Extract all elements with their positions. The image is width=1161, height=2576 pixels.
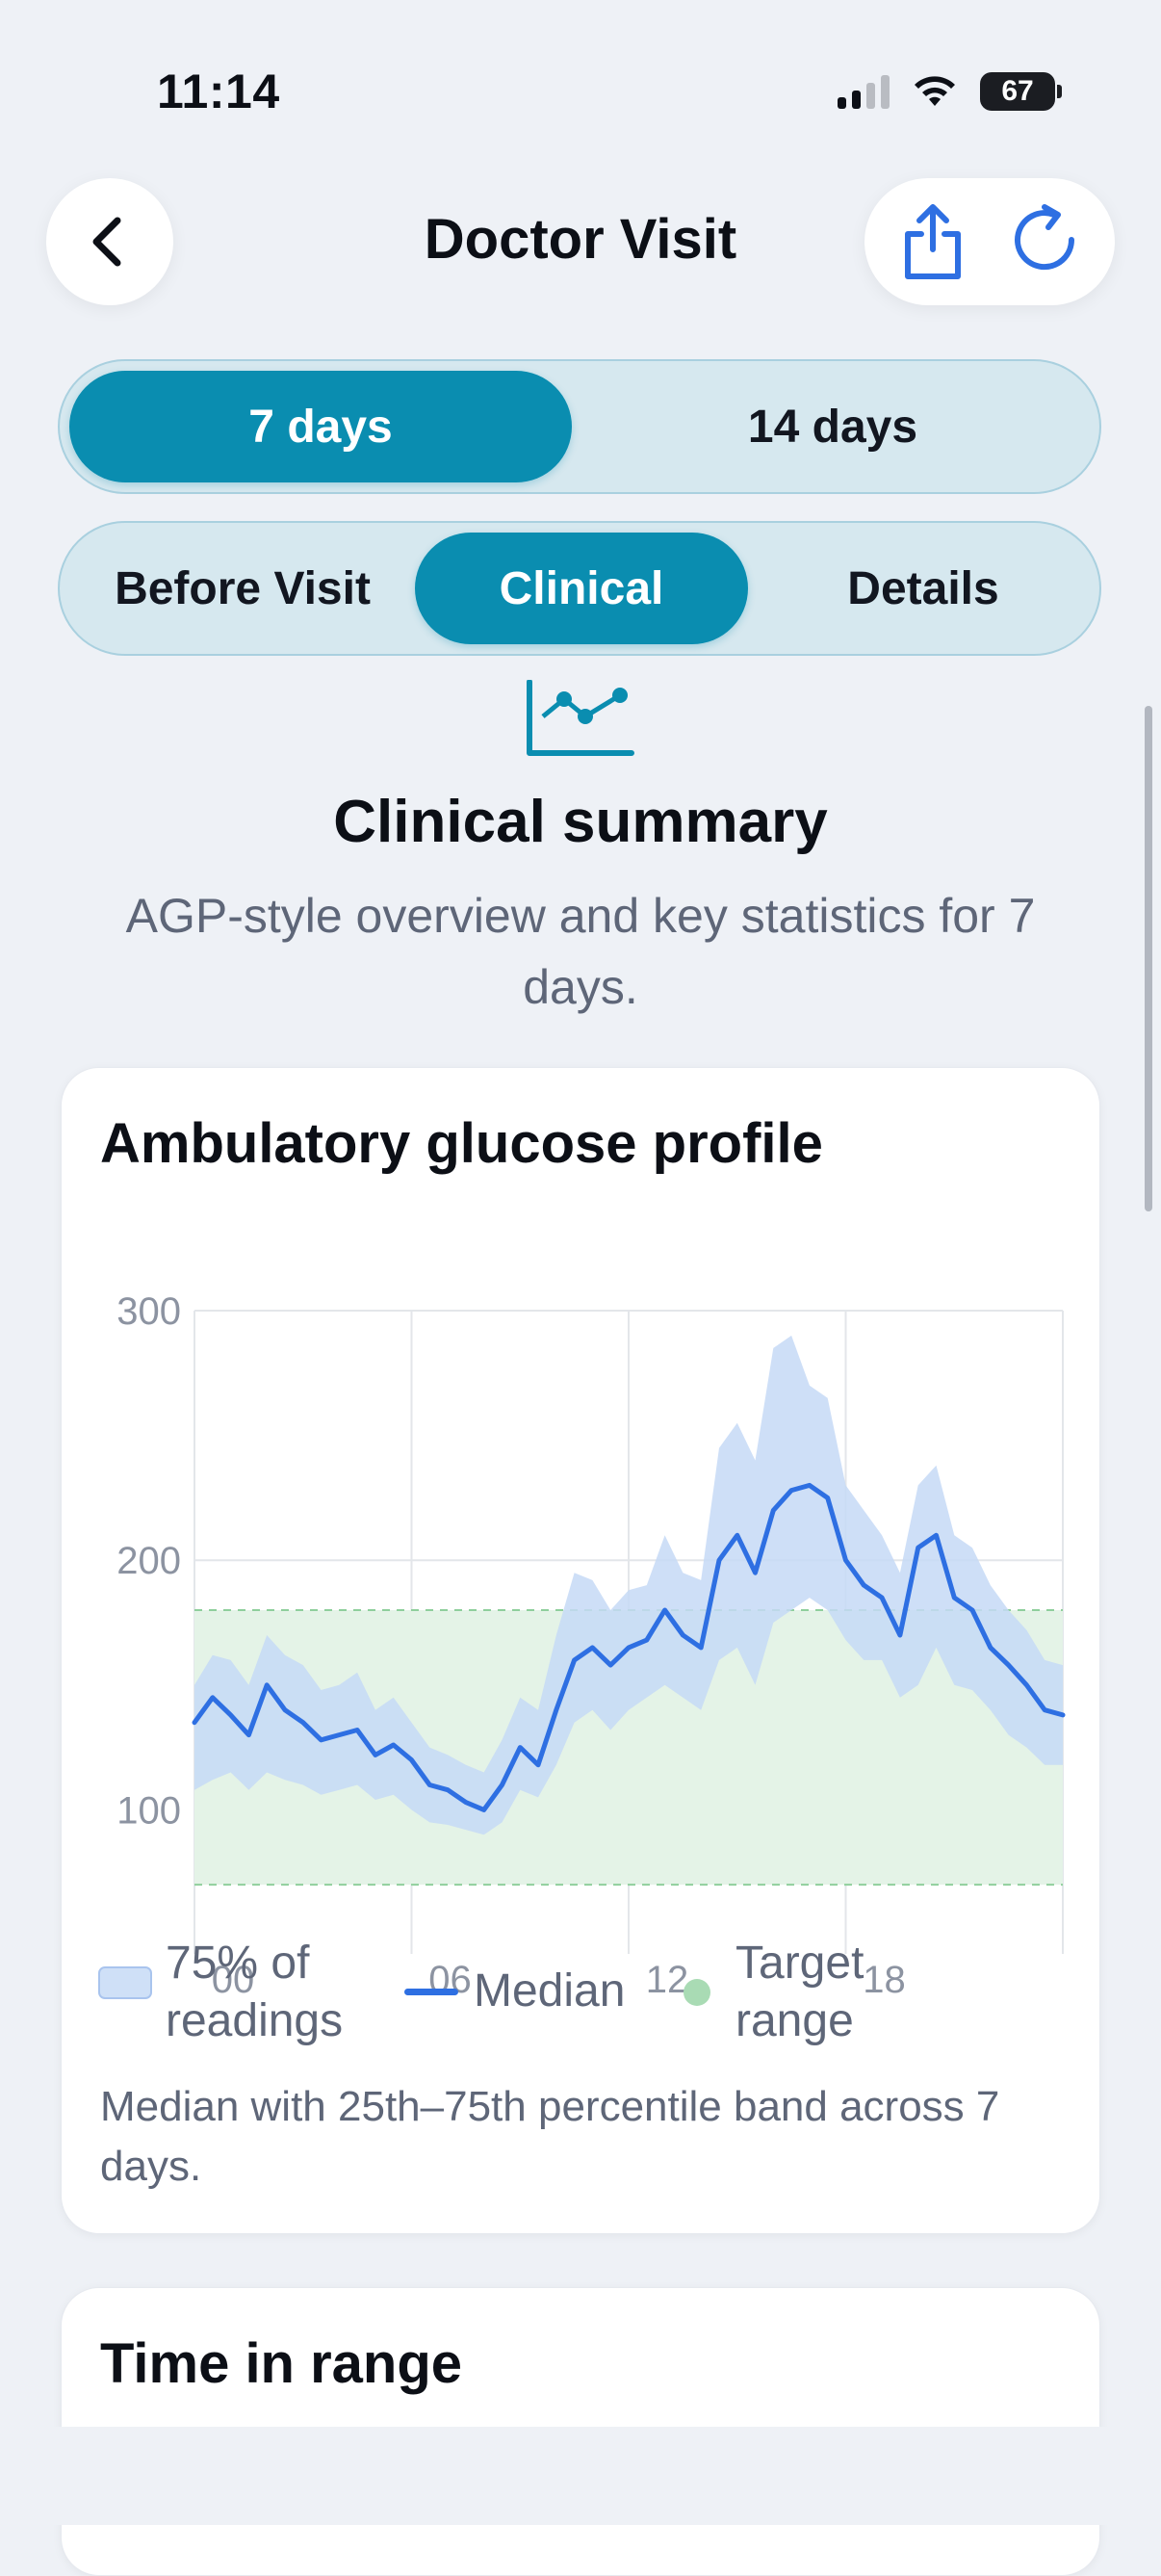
legend-target-label: Target range: [735, 1938, 864, 2046]
section-title: Clinical summary: [333, 789, 828, 855]
scrollbar[interactable]: [1145, 706, 1152, 1211]
section-subtitle: AGP-style overview and key statistics fo…: [125, 889, 1036, 1014]
range-toggle: 7 days 14 days: [58, 359, 1101, 494]
y-tick-label: 300: [116, 1290, 181, 1333]
share-icon: [905, 204, 961, 279]
legend-band-label: 75% of readings: [166, 1938, 344, 2046]
section-tabs: Before Visit Clinical Details: [58, 521, 1101, 656]
y-tick-label: 200: [116, 1540, 181, 1582]
nav-bar: Doctor Visit: [0, 178, 1161, 308]
legend-item-median: Median: [404, 1935, 625, 2020]
agp-card-title: Ambulatory glucose profile: [100, 1112, 823, 1175]
agp-legend: 75% of readings Median Target range: [98, 1935, 1061, 2060]
chart-line-icon: [527, 680, 634, 756]
battery-level: 67: [1001, 75, 1034, 107]
agp-note: Median with 25th–75th percentile band ac…: [100, 2083, 1000, 2190]
refresh-icon: [1015, 204, 1075, 271]
agp-chart: 30020010000 06 12 18: [116, 1290, 1066, 2001]
legend-item-band: 75% of readings: [98, 1935, 368, 2050]
range-option-7-days[interactable]: 7 days: [69, 371, 572, 482]
nav-actions: [864, 178, 1115, 305]
battery-icon: 67: [980, 72, 1062, 111]
tab-clinical[interactable]: Clinical: [415, 533, 748, 644]
back-button[interactable]: [46, 178, 173, 305]
legend-item-target: Target range: [676, 1935, 899, 2050]
range-option-14-days[interactable]: 14 days: [581, 371, 1084, 482]
chevron-left-icon: [92, 217, 121, 267]
status-bar: 11:14 67: [0, 0, 1161, 144]
legend-target-swatch: [684, 1979, 710, 2006]
y-tick-label: 100: [116, 1789, 181, 1832]
tir-card-title: Time in range: [100, 2332, 463, 2395]
legend-median-label: Median: [474, 1965, 626, 2017]
wifi-icon: [915, 76, 955, 106]
cellular-signal-icon: [838, 74, 890, 109]
legend-band-swatch: [98, 1966, 152, 1999]
status-icons: 67: [838, 67, 1062, 116]
tab-details[interactable]: Details: [755, 533, 1092, 644]
tab-before-visit[interactable]: Before Visit: [69, 533, 416, 644]
agp-card: Ambulatory glucose profile 300 200 100 00 06…: [61, 1067, 1100, 2234]
refresh-button[interactable]: [998, 194, 1095, 290]
bottom-background: [0, 2427, 1161, 2525]
share-button[interactable]: [885, 194, 981, 290]
legend-median-swatch: [404, 1989, 458, 1995]
status-time: 11:14: [157, 65, 280, 118]
